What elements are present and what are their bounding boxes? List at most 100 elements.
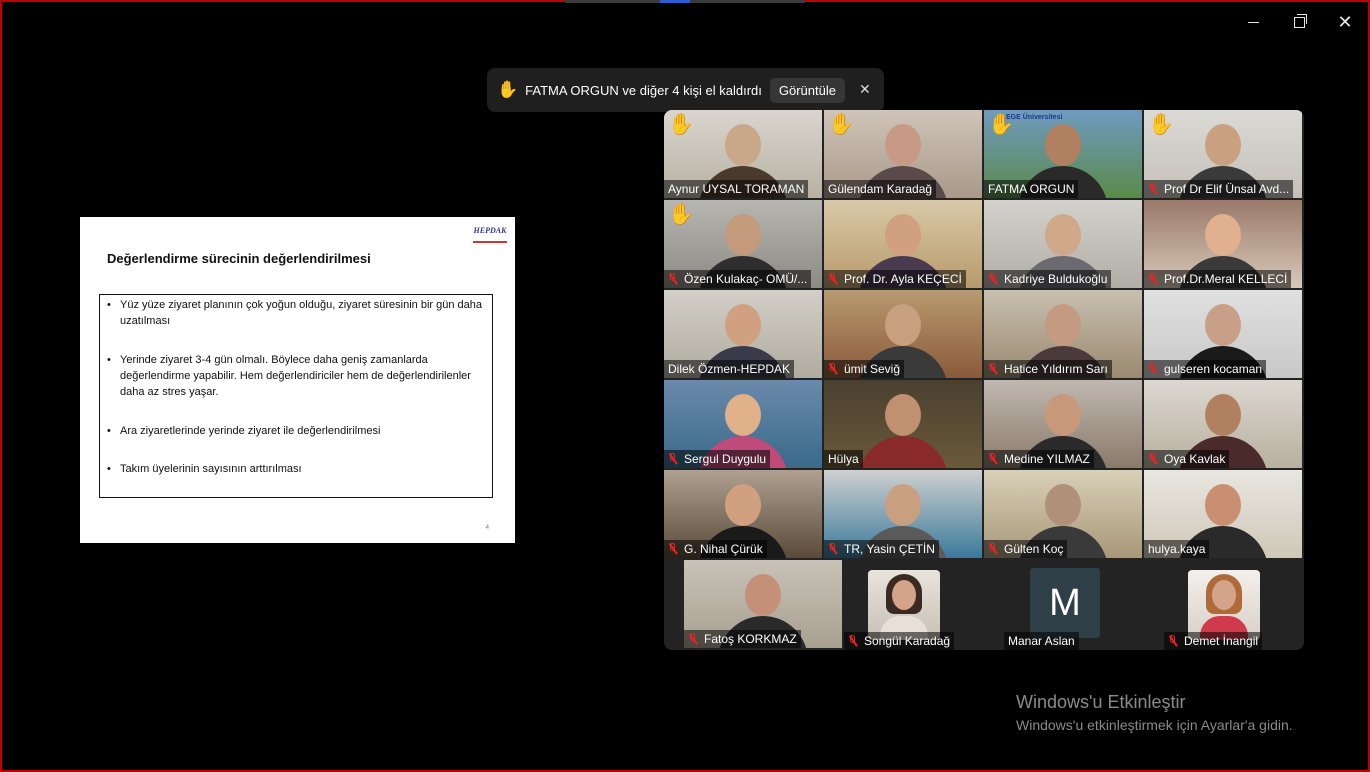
participant-face: [725, 304, 761, 346]
participant-face: [725, 394, 761, 436]
participant-face: [1045, 124, 1081, 166]
profile-photo: [868, 570, 940, 640]
slide-bullet: • Yerinde ziyaret 3-4 gün olmalı. Böylece…: [107, 354, 471, 398]
participant-name-label: Aynur UYSAL TORAMAN: [664, 180, 809, 198]
muted-mic-icon: [828, 542, 838, 556]
muted-mic-icon: [668, 452, 678, 466]
participant-name: Demet İnangil: [1184, 634, 1259, 648]
participant-tile[interactable]: Demet İnangil: [1164, 560, 1284, 650]
profile-photo: [1188, 570, 1260, 640]
restore-icon[interactable]: [1286, 10, 1312, 34]
participant-name-label: Prof.Dr.Meral KELLECİ: [1144, 270, 1292, 288]
watermark-subtitle: Windows'u etkinleştirmek için Ayarlar'a …: [1016, 717, 1293, 733]
muted-mic-icon: [828, 272, 838, 286]
participant-name: Aynur UYSAL TORAMAN: [668, 182, 805, 196]
participant-name-label: G. Nihal Çürük: [664, 540, 767, 558]
muted-mic-icon: [828, 362, 838, 376]
participant-face: [745, 574, 781, 616]
participant-name-label: Özen Kulakaç- OMÜ/...: [664, 270, 812, 288]
participant-tile[interactable]: ✋ Prof Dr Elif Ünsal Avd...: [1144, 110, 1302, 198]
view-button[interactable]: Görüntüle: [769, 77, 845, 103]
muted-mic-icon: [988, 272, 998, 286]
slide-bullet: • Takım üyelerinin sayısının arttırılması: [107, 463, 302, 475]
participant-tile[interactable]: M Manar Aslan: [1004, 560, 1124, 650]
participant-name: Fatoş KORKMAZ: [704, 632, 797, 646]
participant-tile[interactable]: Hatice Yıldırım Sarı: [984, 290, 1142, 378]
participant-tile[interactable]: EGE Üniversitesi ✋ FATMA ORGUN: [984, 110, 1142, 198]
raised-hand-icon: ✋: [828, 112, 855, 136]
participant-name-label: Fatoş KORKMAZ: [684, 630, 801, 648]
participant-name-label: gulseren kocaman: [1144, 360, 1267, 378]
participant-tile[interactable]: ümit Seviğ: [824, 290, 982, 378]
participant-name-label: Hatice Yıldırım Sarı: [984, 360, 1112, 378]
avatar-initial: M: [1030, 568, 1100, 638]
participant-name: G. Nihal Çürük: [684, 542, 763, 556]
participant-tile[interactable]: TR, Yasin ÇETİN: [824, 470, 982, 558]
participant-tile[interactable]: Oya Kavlak: [1144, 380, 1302, 468]
participant-tile[interactable]: ✋ Aynur UYSAL TORAMAN: [664, 110, 822, 198]
participant-name: Hülya: [828, 452, 859, 466]
participant-name: Manar Aslan: [1008, 634, 1075, 648]
watermark-title: Windows'u Etkinleştir: [1016, 692, 1186, 712]
raised-hands-notification: ✋ FATMA ORGUN ve diğer 4 kişi el kaldırd…: [487, 68, 884, 112]
title-bar-indicator: [565, 0, 805, 3]
participant-tile[interactable]: Prof. Dr. Ayla KEÇECİ: [824, 200, 982, 288]
participant-tile[interactable]: Prof.Dr.Meral KELLECİ: [1144, 200, 1302, 288]
participant-tile[interactable]: Kadriye Buldukoğlu: [984, 200, 1142, 288]
raised-hand-icon: ✋: [668, 202, 695, 226]
muted-mic-icon: [848, 634, 858, 648]
participant-name-label: Songül Karadağ: [844, 632, 955, 650]
participant-face: [885, 124, 921, 166]
participant-name-label: TR, Yasin ÇETİN: [824, 540, 939, 558]
participant-name: gulseren kocaman: [1164, 362, 1263, 376]
participant-name: hulya.kaya: [1148, 542, 1206, 556]
participant-tile[interactable]: Sergul Duygulu: [664, 380, 822, 468]
participant-tile[interactable]: hulya.kaya: [1144, 470, 1302, 558]
slide-bullet: • Ara ziyaretlerinde yerinde ziyaret ile …: [107, 425, 381, 437]
muted-mic-icon: [1148, 452, 1158, 466]
slide-bullet-box: • Yüz yüze ziyaret planının çok yoğun old…: [99, 294, 493, 498]
participant-face: [1205, 394, 1241, 436]
participant-name: ümit Seviğ: [844, 362, 901, 376]
muted-mic-icon: [688, 632, 698, 646]
muted-mic-icon: [988, 542, 998, 556]
participant-face: [1205, 124, 1241, 166]
close-icon[interactable]: ✕: [1332, 10, 1358, 34]
participant-tile[interactable]: Fatoş KORKMAZ: [684, 560, 842, 648]
participant-name-label: ümit Seviğ: [824, 360, 905, 378]
participant-name: Prof. Dr. Ayla KEÇECİ: [844, 272, 962, 286]
participant-name-label: Prof. Dr. Ayla KEÇECİ: [824, 270, 966, 288]
participant-name-label: hulya.kaya: [1144, 540, 1210, 558]
muted-mic-icon: [1148, 182, 1158, 196]
minimize-icon[interactable]: [1240, 10, 1266, 34]
participant-name: Kadriye Buldukoğlu: [1004, 272, 1108, 286]
participant-tile[interactable]: Gülten Koç: [984, 470, 1142, 558]
slide-page-number: 4: [485, 525, 489, 531]
participant-name: Dilek Özmen-HEPDAK: [668, 362, 791, 376]
participant-tile[interactable]: G. Nihal Çürük: [664, 470, 822, 558]
muted-mic-icon: [1168, 634, 1178, 648]
university-logo: EGE Üniversitesi: [1006, 114, 1063, 121]
participant-face: [1045, 484, 1081, 526]
participant-tile[interactable]: ✋ Gülendam Karadağ: [824, 110, 982, 198]
participant-tile[interactable]: Medine YILMAZ: [984, 380, 1142, 468]
participant-name: Medine YILMAZ: [1004, 452, 1090, 466]
participant-tile[interactable]: Songül Karadağ: [844, 560, 964, 650]
close-notification-icon[interactable]: ✕: [859, 82, 871, 98]
participant-tile[interactable]: gulseren kocaman: [1144, 290, 1302, 378]
muted-mic-icon: [1148, 362, 1158, 376]
participant-name: Prof Dr Elif Ünsal Avd...: [1164, 182, 1290, 196]
participant-name-label: Gülendam Karadağ: [824, 180, 937, 198]
raised-hand-icon: ✋: [988, 112, 1015, 136]
participant-name-label: Prof Dr Elif Ünsal Avd...: [1144, 180, 1294, 198]
participant-name: Songül Karadağ: [864, 634, 951, 648]
participant-name: Sergul Duygulu: [684, 452, 767, 466]
participant-name-label: Kadriye Buldukoğlu: [984, 270, 1112, 288]
participant-tile[interactable]: Dilek Özmen-HEPDAK: [664, 290, 822, 378]
participant-tile[interactable]: ✋ Özen Kulakaç- OMÜ/...: [664, 200, 822, 288]
participant-face: [1205, 304, 1241, 346]
participant-tile[interactable]: Hülya: [824, 380, 982, 468]
participant-name-label: Sergul Duygulu: [664, 450, 771, 468]
presentation-slide: HEPDAK Değerlendirme sürecinin değerlend…: [80, 217, 515, 543]
participant-name: Gülendam Karadağ: [828, 182, 933, 196]
